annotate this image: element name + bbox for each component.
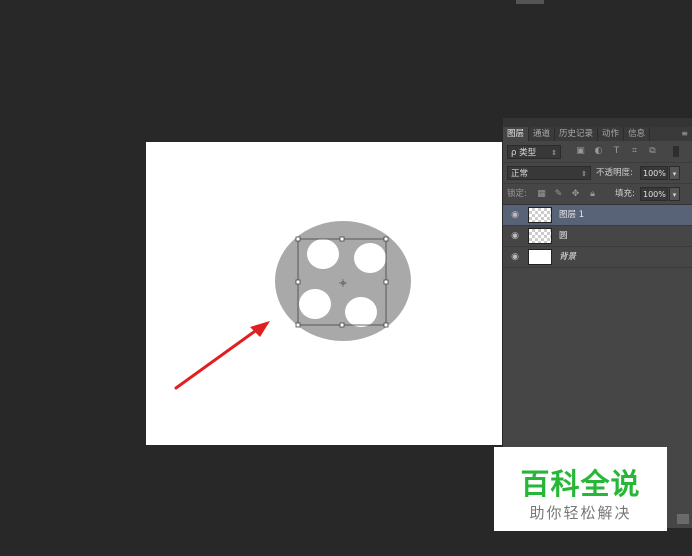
lock-all-icon[interactable]: 🔒︎ (587, 189, 598, 200)
tab-layers[interactable]: 图层 (503, 127, 530, 141)
lock-image-icon[interactable]: ✎ (553, 189, 564, 200)
eye-icon[interactable]: ◉ (509, 252, 521, 262)
watermark-logo: 百科全说 助你轻松解决 (494, 447, 667, 531)
opacity-label: 不透明度: (596, 168, 633, 178)
watermark-subtitle: 助你轻松解决 (529, 504, 632, 522)
filter-adjustment-icon[interactable]: ◐ (593, 146, 604, 157)
handle-tl (295, 236, 301, 242)
hole-bottom-left (299, 289, 331, 319)
chevron-updown-icon: ⇕ (551, 149, 557, 157)
filter-kind-select[interactable]: ρ 类型 ⇕ (507, 145, 561, 159)
panel-tabs: 图层 通道 历史记录 动作 信息 ≡ (503, 127, 692, 141)
layer-row-circle[interactable]: ◉ 圆 (503, 226, 692, 247)
tab-actions[interactable]: 动作 (598, 127, 625, 141)
handle-l (295, 279, 301, 285)
handle-r (383, 279, 389, 285)
hole-top-left (307, 239, 339, 269)
chevron-updown-icon: ⇕ (581, 170, 587, 178)
lock-position-icon[interactable]: ✥ (570, 189, 581, 200)
tab-channels[interactable]: 通道 (529, 127, 556, 141)
red-arrow-annotation (174, 321, 270, 390)
filter-pixel-icon[interactable]: ▣ (575, 146, 586, 157)
delete-layer-icon[interactable] (677, 514, 689, 524)
tab-info[interactable]: 信息 (624, 127, 651, 141)
filter-shape-icon[interactable]: ⌗ (629, 146, 640, 157)
hole-bottom-right (345, 297, 377, 327)
layer-name: 图层 1 (559, 210, 585, 220)
handle-t (339, 236, 345, 242)
lock-transparent-icon[interactable]: ▦ (536, 189, 547, 200)
handle-tr (383, 236, 389, 242)
document-canvas[interactable] (146, 142, 502, 445)
blend-row: 正常 ⇕ 不透明度: 100% ▾ (503, 163, 692, 184)
blend-mode-label: 正常 (511, 169, 529, 179)
hole-top-right (354, 243, 386, 273)
watermark-title: 百科全说 (520, 467, 641, 501)
eye-icon[interactable]: ◉ (509, 231, 521, 241)
filter-type-icon[interactable]: T (611, 146, 622, 157)
tab-history[interactable]: 历史记录 (555, 127, 599, 141)
layer-filter-row: ρ 类型 ⇕ ▣ ◐ T ⌗ ⧉ (503, 142, 692, 163)
panel-title-bar[interactable] (503, 118, 692, 127)
document-tab-handle[interactable] (516, 0, 544, 4)
layer-thumbnail (528, 249, 552, 265)
layer-row-background[interactable]: ◉ 背景 (503, 247, 692, 268)
layer-row-layer1[interactable]: ◉ 图层 1 (503, 205, 692, 226)
layers-list: ◉ 图层 1 ◉ 圆 ◉ 背景 (503, 205, 692, 268)
filter-toggle-icon[interactable] (673, 146, 679, 157)
layer-thumbnail (528, 207, 552, 223)
layer-name: 背景 (559, 252, 577, 262)
opacity-dropdown-button[interactable]: ▾ (669, 166, 680, 180)
opacity-field[interactable]: 100% (640, 166, 668, 180)
layer-thumbnail (528, 228, 552, 244)
handle-b (339, 322, 345, 328)
fill-field[interactable]: 100% (640, 187, 668, 201)
fill-dropdown-button[interactable]: ▾ (669, 187, 680, 201)
filter-smartobject-icon[interactable]: ⧉ (647, 146, 658, 157)
lock-row: 锁定: ▦ ✎ ✥ 🔒︎ 填充: 100% ▾ (503, 184, 692, 205)
handle-bl (295, 322, 301, 328)
panel-menu-icon[interactable]: ≡ (681, 129, 688, 138)
lock-label: 锁定: (507, 189, 527, 199)
filter-kind-label: ρ 类型 (511, 148, 537, 158)
fill-label: 填充: (615, 189, 635, 199)
layer-name: 圆 (559, 231, 568, 241)
blend-mode-select[interactable]: 正常 ⇕ (507, 166, 591, 180)
eye-icon[interactable]: ◉ (509, 210, 521, 220)
canvas-artwork (174, 221, 411, 390)
handle-br (383, 322, 389, 328)
